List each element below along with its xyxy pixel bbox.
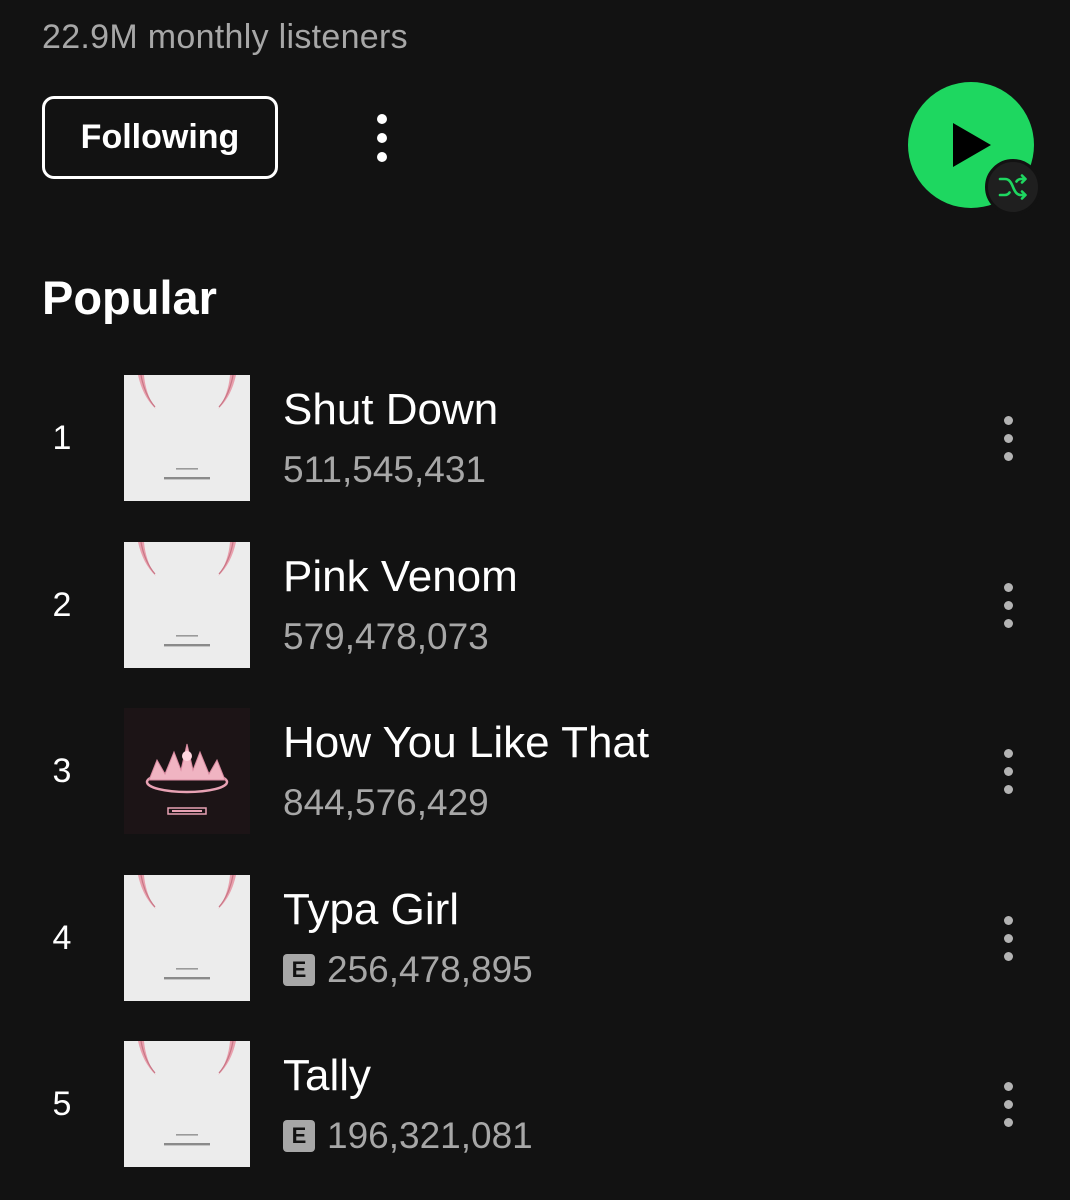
explicit-badge: E xyxy=(283,1120,315,1152)
track-meta: 844,576,429 xyxy=(283,782,489,824)
track-more-options-icon[interactable] xyxy=(993,741,1023,801)
shuffle-button[interactable] xyxy=(985,159,1041,215)
track-title: Tally xyxy=(283,1051,372,1100)
track-row[interactable]: 4 Typa Girl E 256,478,895 xyxy=(0,875,1070,1001)
track-play-count: 579,478,073 xyxy=(283,616,489,657)
track-row[interactable]: 3 How You Like That 844,576,429 xyxy=(0,708,1070,834)
track-row[interactable]: 5 Tally E 196,321,081 xyxy=(0,1041,1070,1167)
album-cover xyxy=(124,708,250,834)
track-more-options-icon[interactable] xyxy=(993,575,1023,635)
track-play-count: 256,478,895 xyxy=(327,949,533,990)
album-cover xyxy=(124,542,250,668)
track-rank: 2 xyxy=(52,586,72,624)
shuffle-icon xyxy=(998,174,1027,200)
track-rank: 1 xyxy=(52,419,72,457)
monthly-listeners: 22.9M monthly listeners xyxy=(42,18,408,56)
track-rank: 5 xyxy=(52,1085,72,1123)
track-meta: E 196,321,081 xyxy=(283,1115,533,1157)
track-play-count: 196,321,081 xyxy=(327,1115,533,1156)
track-more-options-icon[interactable] xyxy=(993,1074,1023,1134)
track-rank: 4 xyxy=(52,919,72,957)
track-play-count: 844,576,429 xyxy=(283,782,489,823)
album-cover xyxy=(124,1041,250,1167)
track-play-count: 511,545,431 xyxy=(283,449,487,490)
track-row[interactable]: 1 Shut Down 511,545,431 xyxy=(0,375,1070,501)
following-button[interactable]: Following xyxy=(42,96,278,179)
artist-page: 22.9M monthly listeners Following Popula… xyxy=(0,0,1070,1200)
track-title: How You Like That xyxy=(283,718,650,767)
track-title: Pink Venom xyxy=(283,552,518,601)
track-meta: E 256,478,895 xyxy=(283,949,533,991)
track-row[interactable]: 2 Pink Venom 579,478,073 xyxy=(0,542,1070,668)
album-cover xyxy=(124,375,250,501)
track-more-options-icon[interactable] xyxy=(993,408,1023,468)
track-meta: 511,545,431 xyxy=(283,449,486,491)
album-cover xyxy=(124,875,250,1001)
explicit-badge: E xyxy=(283,954,315,986)
track-title: Shut Down xyxy=(283,385,499,434)
track-title: Typa Girl xyxy=(283,885,460,934)
track-more-options-icon[interactable] xyxy=(993,908,1023,968)
play-icon xyxy=(953,123,991,167)
more-options-icon[interactable] xyxy=(367,108,397,168)
track-rank: 3 xyxy=(52,752,72,790)
popular-heading: Popular xyxy=(42,271,217,324)
track-meta: 579,478,073 xyxy=(283,616,489,658)
